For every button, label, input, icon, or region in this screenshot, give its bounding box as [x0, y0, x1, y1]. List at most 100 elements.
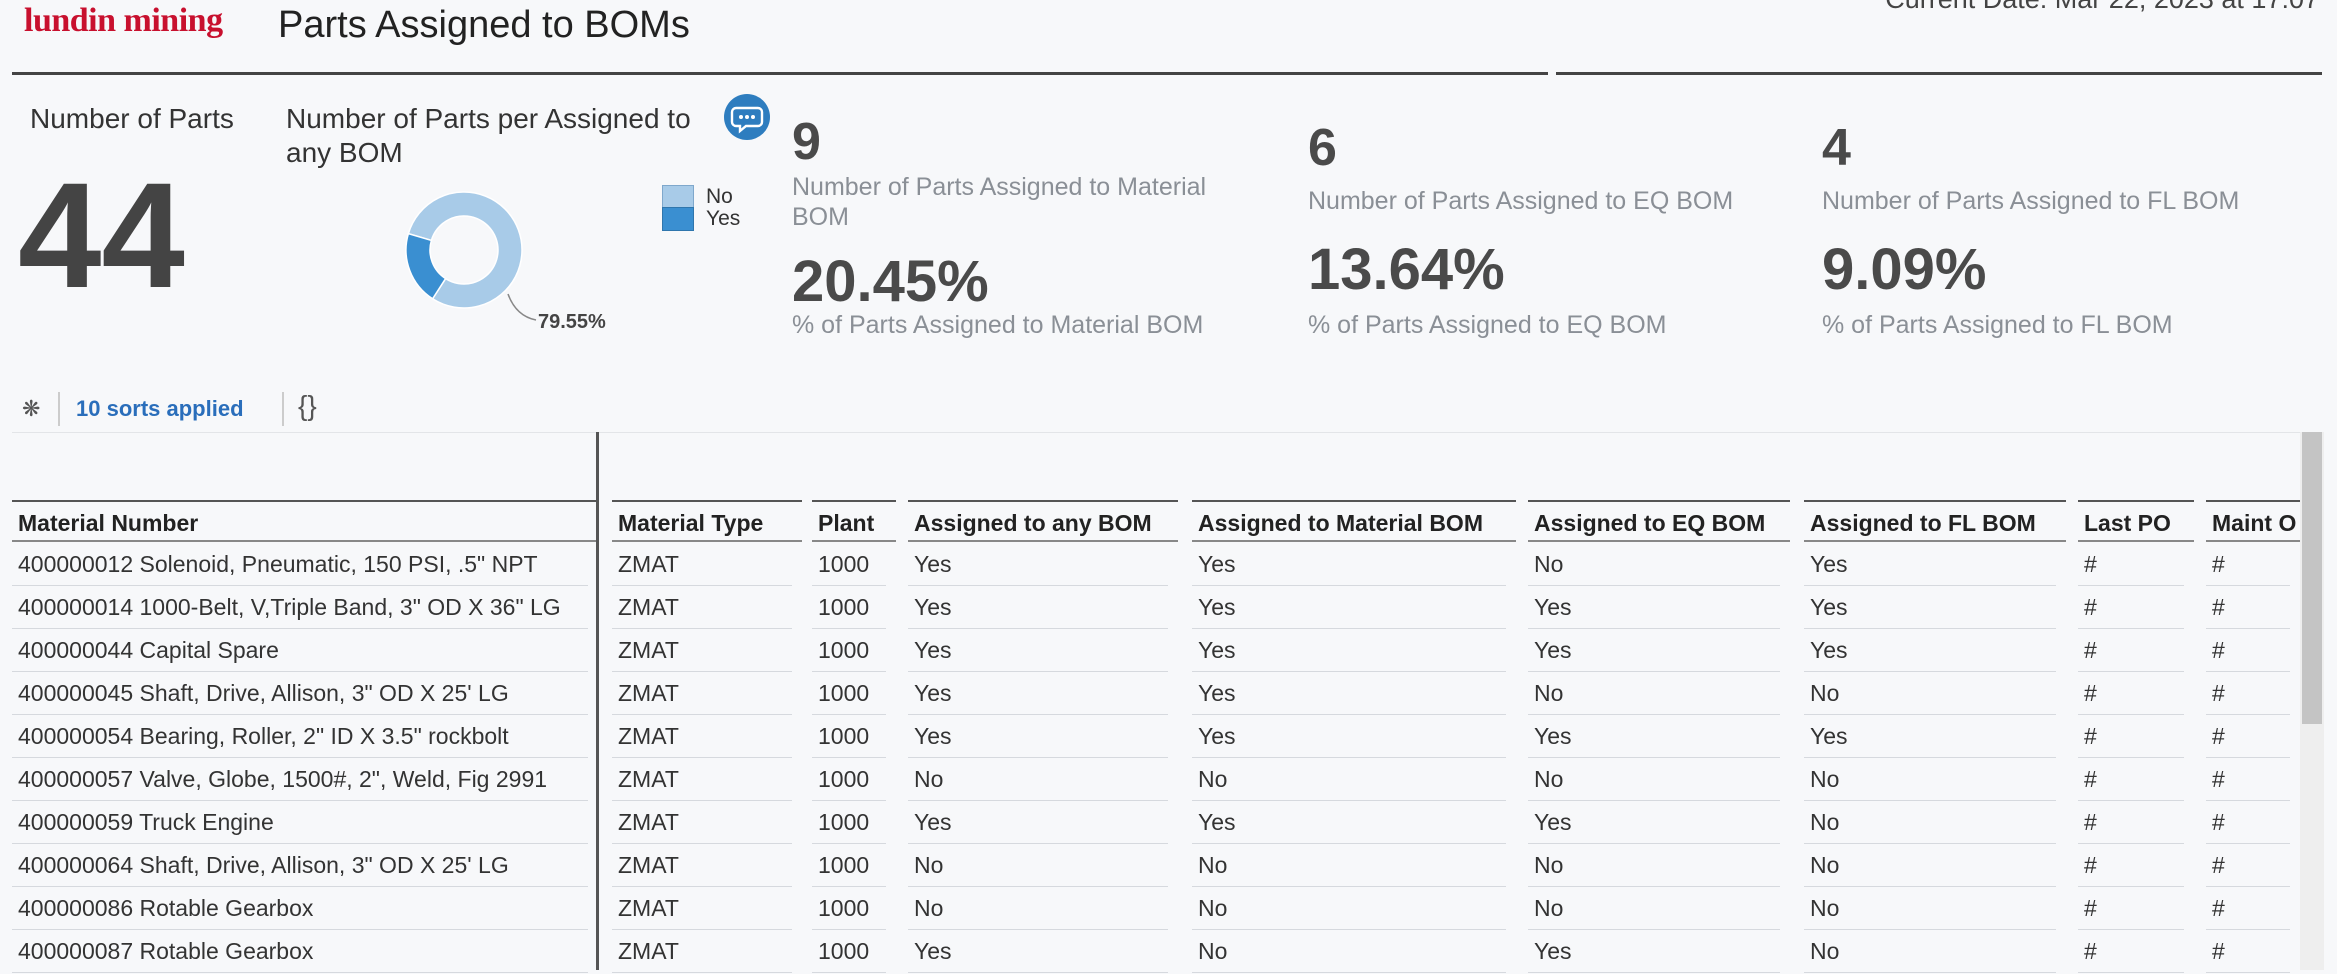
col-assigned-eq-bom-header[interactable]: Assigned to EQ BOM [1528, 500, 1790, 542]
last-po-cell[interactable]: # [2078, 544, 2184, 586]
maint-o-cell[interactable]: # [2206, 673, 2290, 715]
col-assigned-any-bom-header[interactable]: Assigned to any BOM [908, 500, 1178, 542]
last-po-cell[interactable]: # [2078, 931, 2184, 973]
assigned-material-bom-cell[interactable]: Yes [1192, 587, 1506, 629]
maint-o-cell[interactable]: # [2206, 931, 2290, 973]
assigned-fl-bom-cell[interactable]: Yes [1804, 630, 2056, 672]
assigned-eq-bom-cell[interactable]: Yes [1528, 931, 1780, 973]
assigned-material-bom-cell[interactable]: Yes [1192, 630, 1506, 672]
assigned-any-bom-cell[interactable]: No [908, 888, 1168, 930]
assigned-fl-bom-cell[interactable]: No [1804, 888, 2056, 930]
material-number-cell[interactable]: 400000059 Truck Engine [12, 802, 588, 844]
material-type-cell[interactable]: ZMAT [612, 888, 792, 930]
assigned-fl-bom-cell[interactable]: No [1804, 759, 2056, 801]
assigned-fl-bom-cell[interactable]: Yes [1804, 716, 2056, 758]
plant-cell[interactable]: 1000 [812, 888, 886, 930]
plant-cell[interactable]: 1000 [812, 759, 886, 801]
last-po-cell[interactable]: # [2078, 716, 2184, 758]
material-number-cell[interactable]: 400000045 Shaft, Drive, Allison, 3" OD X… [12, 673, 588, 715]
plant-cell[interactable]: 1000 [812, 544, 886, 586]
assigned-any-bom-cell[interactable]: Yes [908, 587, 1168, 629]
table-row[interactable]: 400000064 Shaft, Drive, Allison, 3" OD X… [0, 845, 2300, 888]
plant-cell[interactable]: 1000 [812, 716, 886, 758]
assigned-material-bom-cell[interactable]: No [1192, 845, 1506, 887]
material-number-cell[interactable]: 400000054 Bearing, Roller, 2" ID X 3.5" … [12, 716, 588, 758]
maint-o-cell[interactable]: # [2206, 802, 2290, 844]
table-row[interactable]: 400000045 Shaft, Drive, Allison, 3" OD X… [0, 673, 2300, 716]
material-type-cell[interactable]: ZMAT [612, 630, 792, 672]
assigned-any-bom-cell[interactable]: Yes [908, 802, 1168, 844]
last-po-cell[interactable]: # [2078, 845, 2184, 887]
plant-cell[interactable]: 1000 [812, 630, 886, 672]
material-type-cell[interactable]: ZMAT [612, 587, 792, 629]
last-po-cell[interactable]: # [2078, 630, 2184, 672]
assigned-any-bom-cell[interactable]: Yes [908, 931, 1168, 973]
assigned-material-bom-cell[interactable]: No [1192, 759, 1506, 801]
maint-o-cell[interactable]: # [2206, 888, 2290, 930]
last-po-cell[interactable]: # [2078, 888, 2184, 930]
settings-icon[interactable]: ❋ [22, 396, 40, 422]
last-po-cell[interactable]: # [2078, 673, 2184, 715]
assigned-material-bom-cell[interactable]: Yes [1192, 673, 1506, 715]
material-number-cell[interactable]: 400000044 Capital Spare [12, 630, 588, 672]
assigned-material-bom-cell[interactable]: Yes [1192, 716, 1506, 758]
table-row[interactable]: 400000059 Truck Engine ZMAT 1000 Yes Yes Yes N… [0, 802, 2300, 845]
plant-cell[interactable]: 1000 [812, 845, 886, 887]
material-type-cell[interactable]: ZMAT [612, 673, 792, 715]
plant-cell[interactable]: 1000 [812, 802, 886, 844]
table-row[interactable]: 400000012 Solenoid, Pneumatic, 150 PSI, … [0, 544, 2300, 587]
table-row[interactable]: 400000057 Valve, Globe, 1500#, 2", Weld,… [0, 759, 2300, 802]
assigned-fl-bom-cell[interactable]: Yes [1804, 587, 2056, 629]
assigned-eq-bom-cell[interactable]: Yes [1528, 587, 1780, 629]
material-type-cell[interactable]: ZMAT [612, 931, 792, 973]
material-type-cell[interactable]: ZMAT [612, 802, 792, 844]
col-material-number-header[interactable]: Material Number [12, 500, 598, 542]
assigned-fl-bom-cell[interactable]: No [1804, 931, 2056, 973]
table-row[interactable]: 400000044 Capital Spare ZMAT 1000 Yes Yes Yes… [0, 630, 2300, 673]
table-row[interactable]: 400000087 Rotable Gearbox ZMAT 1000 Yes No Ye… [0, 931, 2300, 974]
assigned-eq-bom-cell[interactable]: Yes [1528, 630, 1780, 672]
col-last-po-header[interactable]: Last PO [2078, 500, 2194, 542]
assigned-material-bom-cell[interactable]: Yes [1192, 802, 1506, 844]
assigned-any-bom-cell[interactable]: No [908, 845, 1168, 887]
material-type-cell[interactable]: ZMAT [612, 845, 792, 887]
table-row[interactable]: 400000014 1000-Belt, V,Triple Band, 3" O… [0, 587, 2300, 630]
maint-o-cell[interactable]: # [2206, 587, 2290, 629]
col-plant-header[interactable]: Plant [812, 500, 896, 542]
assigned-fl-bom-cell[interactable]: No [1804, 845, 2056, 887]
donut-slice-yes[interactable] [405, 232, 447, 300]
plant-cell[interactable]: 1000 [812, 931, 886, 973]
last-po-cell[interactable]: # [2078, 802, 2184, 844]
table-row[interactable]: 400000086 Rotable Gearbox ZMAT 1000 No No No N… [0, 888, 2300, 931]
material-number-cell[interactable]: 400000057 Valve, Globe, 1500#, 2", Weld,… [12, 759, 588, 801]
material-number-cell[interactable]: 400000087 Rotable Gearbox [12, 931, 588, 973]
assigned-eq-bom-cell[interactable]: No [1528, 673, 1780, 715]
assigned-any-bom-cell[interactable]: Yes [908, 544, 1168, 586]
material-number-cell[interactable]: 400000064 Shaft, Drive, Allison, 3" OD X… [12, 845, 588, 887]
maint-o-cell[interactable]: # [2206, 630, 2290, 672]
maint-o-cell[interactable]: # [2206, 845, 2290, 887]
assigned-eq-bom-cell[interactable]: No [1528, 845, 1780, 887]
assigned-material-bom-cell[interactable]: No [1192, 888, 1506, 930]
assigned-fl-bom-cell[interactable]: No [1804, 802, 2056, 844]
assigned-any-bom-cell[interactable]: Yes [908, 630, 1168, 672]
material-number-cell[interactable]: 400000086 Rotable Gearbox [12, 888, 588, 930]
last-po-cell[interactable]: # [2078, 587, 2184, 629]
plant-cell[interactable]: 1000 [812, 587, 886, 629]
assigned-any-bom-cell[interactable]: Yes [908, 716, 1168, 758]
scrollbar-thumb[interactable] [2302, 432, 2322, 724]
maint-o-cell[interactable]: # [2206, 716, 2290, 758]
material-number-cell[interactable]: 400000014 1000-Belt, V,Triple Band, 3" O… [12, 587, 588, 629]
assigned-material-bom-cell[interactable]: Yes [1192, 544, 1506, 586]
assigned-eq-bom-cell[interactable]: No [1528, 759, 1780, 801]
assigned-eq-bom-cell[interactable]: No [1528, 888, 1780, 930]
assigned-fl-bom-cell[interactable]: Yes [1804, 544, 2056, 586]
assigned-material-bom-cell[interactable]: No [1192, 931, 1506, 973]
assigned-fl-bom-cell[interactable]: No [1804, 673, 2056, 715]
material-number-cell[interactable]: 400000012 Solenoid, Pneumatic, 150 PSI, … [12, 544, 588, 586]
assigned-eq-bom-cell[interactable]: Yes [1528, 802, 1780, 844]
material-type-cell[interactable]: ZMAT [612, 759, 792, 801]
maint-o-cell[interactable]: # [2206, 544, 2290, 586]
col-assigned-material-bom-header[interactable]: Assigned to Material BOM [1192, 500, 1516, 542]
col-assigned-fl-bom-header[interactable]: Assigned to FL BOM [1804, 500, 2066, 542]
